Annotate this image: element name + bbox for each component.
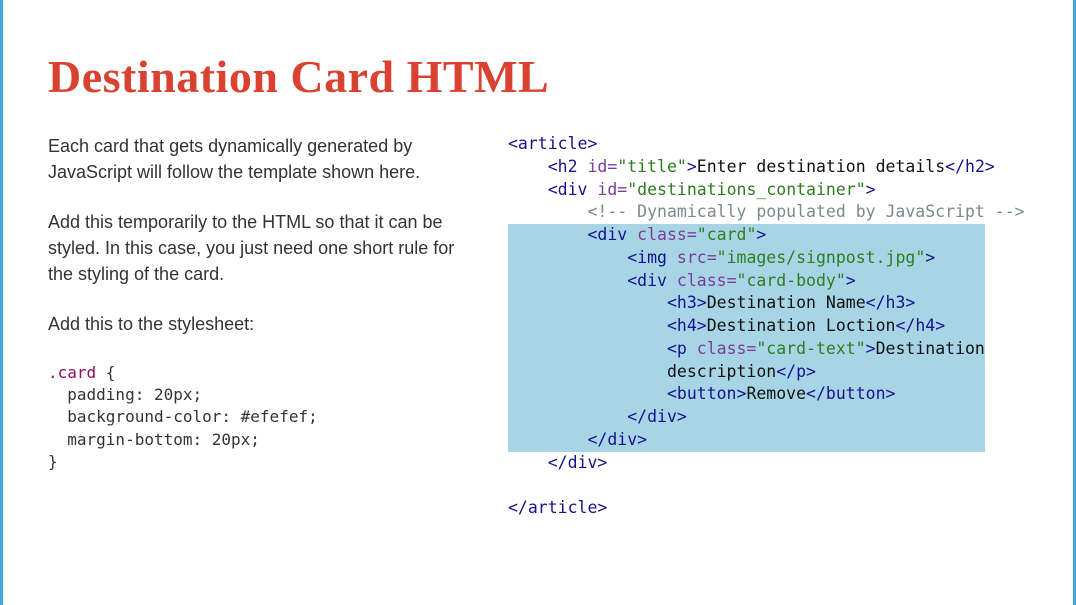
tag-close: >	[846, 271, 856, 290]
content-columns: Each card that gets dynamically generate…	[48, 133, 1028, 520]
tag-h3-open: <h3>	[667, 293, 707, 312]
tag-img-close: >	[925, 248, 935, 267]
css-rule-3: margin-bottom: 20px;	[48, 430, 260, 449]
h2-text: Enter destination details	[697, 157, 945, 176]
paragraph-2: Add this temporarily to the HTML so that…	[48, 209, 478, 287]
tag-body-end: </div>	[627, 407, 687, 426]
tag-close: >	[866, 180, 876, 199]
tag-p-end: </p>	[776, 362, 816, 381]
attr-src: src=	[667, 248, 717, 267]
attr-class: class=	[627, 225, 697, 244]
tag-button-open: <button>	[667, 384, 746, 403]
tag-p-open: <p	[667, 339, 687, 358]
tag-div-open: <div	[548, 180, 588, 199]
tag-body-open: <div	[627, 271, 667, 290]
tag-h4-end: </h4>	[895, 316, 945, 335]
tag-h2-end: </h2>	[945, 157, 995, 176]
left-column: Each card that gets dynamically generate…	[48, 133, 478, 520]
attr-id: id=	[578, 157, 618, 176]
css-brace-open: {	[96, 363, 115, 382]
css-rule-1: padding: 20px;	[48, 385, 202, 404]
tag-h3-end: </h3>	[866, 293, 916, 312]
tag-close: >	[866, 339, 876, 358]
tag-card-end: </div>	[587, 430, 647, 449]
slide-title: Destination Card HTML	[48, 50, 1028, 103]
tag-h2-open: <h2	[548, 157, 578, 176]
p-text-2: description	[667, 362, 776, 381]
tag-button-end: </button>	[806, 384, 895, 403]
val-src: "images/signpost.jpg"	[717, 248, 926, 267]
paragraph-3: Add this to the stylesheet:	[48, 311, 478, 337]
button-text: Remove	[746, 384, 806, 403]
css-brace-close: }	[48, 452, 58, 471]
tag-div-end: </div>	[548, 453, 608, 472]
attr-class: class=	[687, 339, 757, 358]
paragraph-1: Each card that gets dynamically generate…	[48, 133, 478, 185]
css-selector: .card	[48, 363, 96, 382]
css-rule-2: background-color: #efefef;	[48, 407, 318, 426]
val-card-text: "card-text"	[756, 339, 865, 358]
attr-class: class=	[667, 271, 737, 290]
p-text-1: Destination	[876, 339, 985, 358]
h4-text: Destination Loction	[707, 316, 896, 335]
tag-h4-open: <h4>	[667, 316, 707, 335]
tag-card-open: <div	[587, 225, 627, 244]
tag-close: >	[687, 157, 697, 176]
html-comment: <!-- Dynamically populated by JavaScript…	[587, 202, 1024, 221]
css-snippet: .card { padding: 20px; background-color:…	[48, 362, 478, 474]
tag-article-end: </article>	[508, 498, 607, 517]
highlighted-card-block: <div class="card"> <img src="images/sign…	[508, 224, 985, 452]
tag-close: >	[756, 225, 766, 244]
val-card-body: "card-body"	[737, 271, 846, 290]
tag-article-open: <article>	[508, 134, 597, 153]
tag-img-open: <img	[627, 248, 667, 267]
right-column: <article> <h2 id="title">Enter destinati…	[508, 133, 1028, 520]
val-title: "title"	[617, 157, 687, 176]
attr-id: id=	[588, 180, 628, 199]
html-snippet: <article> <h2 id="title">Enter destinati…	[508, 133, 1028, 520]
h3-text: Destination Name	[707, 293, 866, 312]
val-card: "card"	[697, 225, 757, 244]
val-container: "destinations_container"	[627, 180, 865, 199]
